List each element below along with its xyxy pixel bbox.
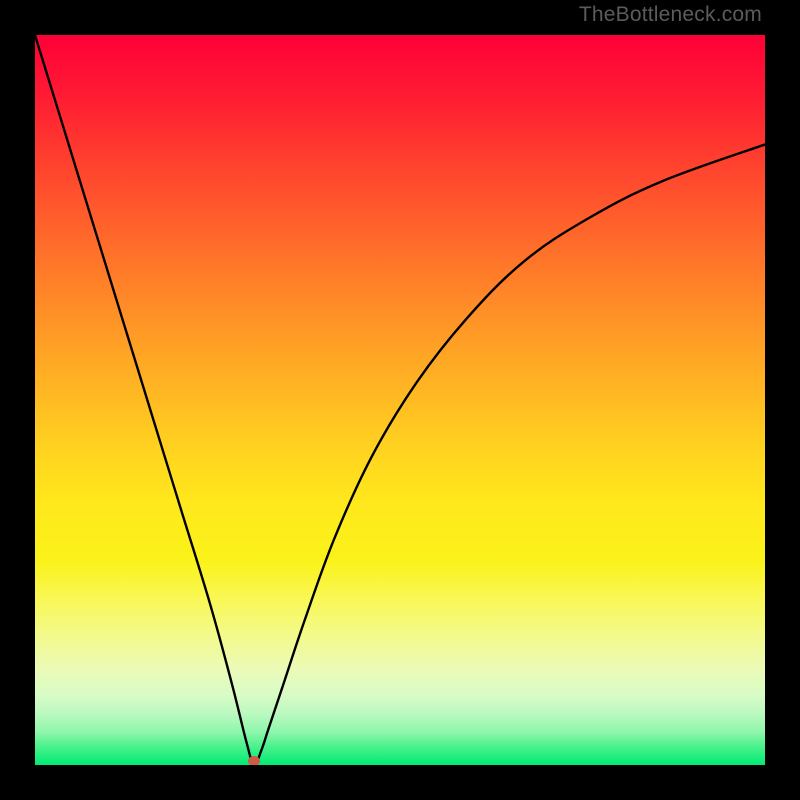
curve-svg [35,35,765,765]
bottleneck-curve [35,35,765,765]
plot-area [35,35,765,765]
minimum-point-marker [248,756,260,765]
chart-frame: TheBottleneck.com [0,0,800,800]
watermark-text: TheBottleneck.com [579,3,762,27]
